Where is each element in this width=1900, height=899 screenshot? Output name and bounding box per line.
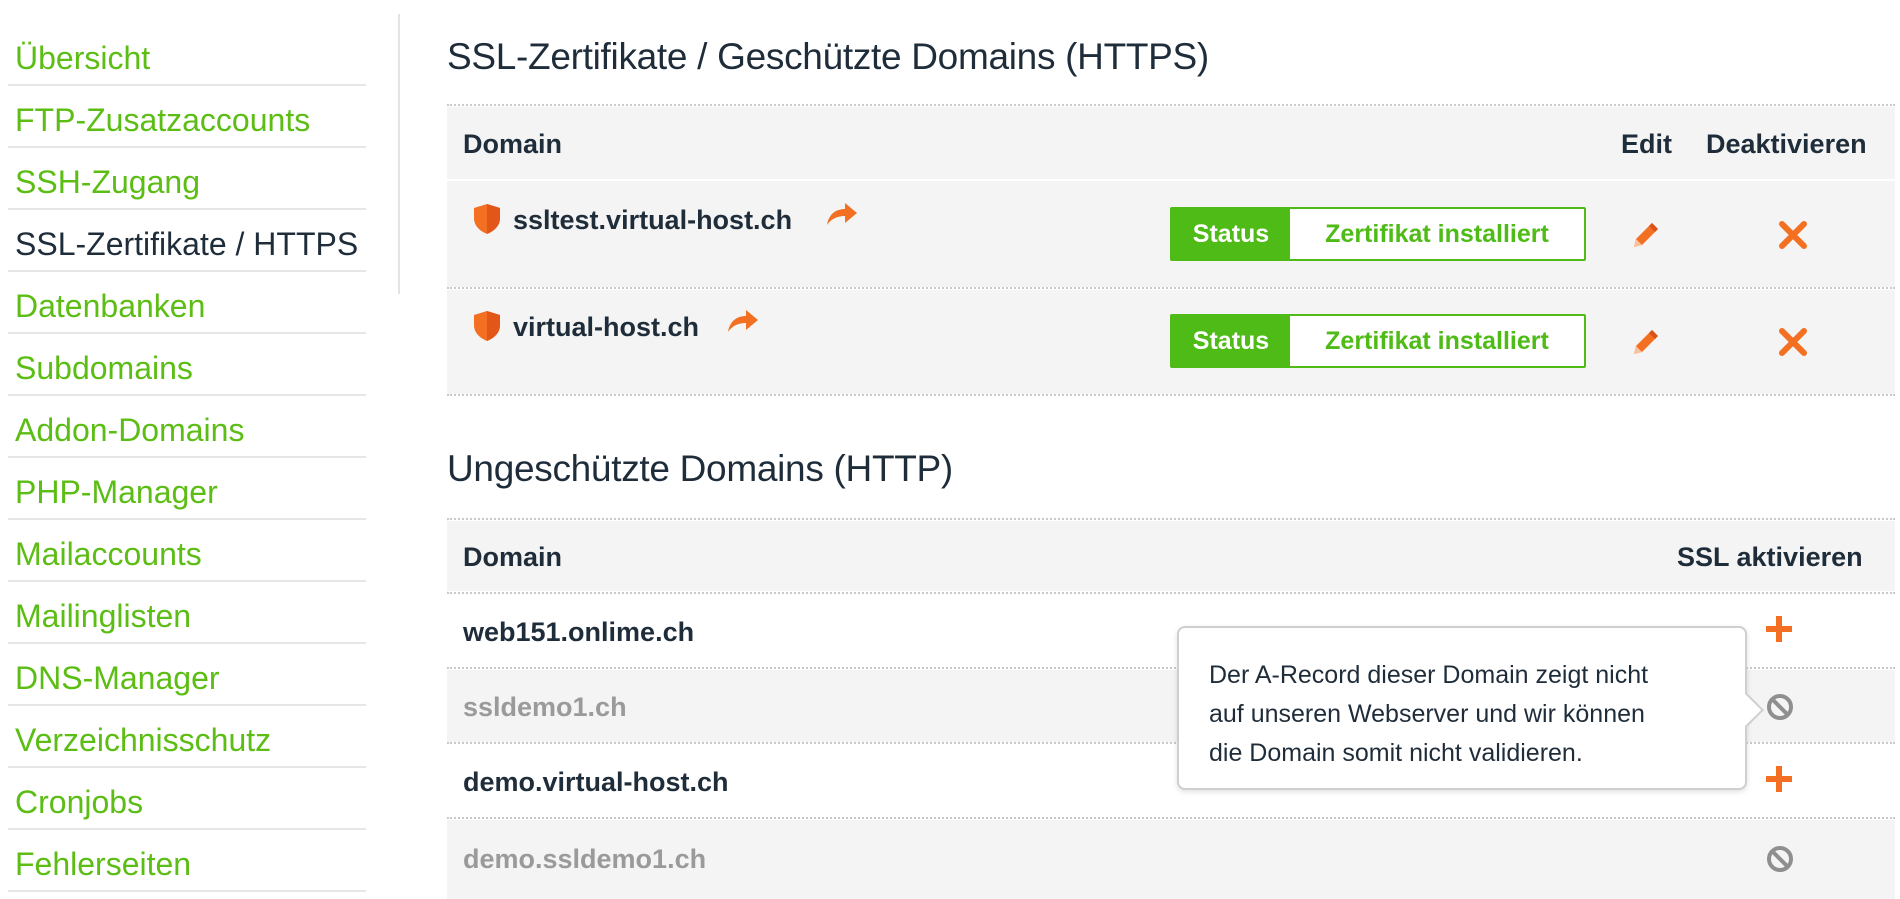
sidebar-item-fehlerseiten[interactable]: Fehlerseiten bbox=[8, 830, 366, 892]
tooltip-line: Der A-Record dieser Domain zeigt nicht bbox=[1209, 661, 1649, 689]
sidebar-item-ssh[interactable]: SSH-Zugang bbox=[8, 148, 366, 210]
sidebar-item-subdomains[interactable]: Subdomains bbox=[8, 334, 366, 396]
status-value: Zertifikat installiert bbox=[1325, 326, 1549, 355]
sidebar-nav: Übersicht FTP-Zusatzaccounts SSH-Zugang … bbox=[8, 24, 366, 892]
divider bbox=[447, 518, 1895, 520]
tooltip-line: die Domain somit nicht validieren. bbox=[1209, 739, 1583, 767]
sidebar-item-dns-manager[interactable]: DNS-Manager bbox=[8, 644, 366, 706]
prohibited-icon[interactable] bbox=[1765, 692, 1795, 727]
shield-icon bbox=[473, 310, 501, 342]
close-x-icon[interactable] bbox=[1777, 219, 1809, 256]
tooltip-line: auf unseren Webserver und wir können bbox=[1209, 700, 1645, 728]
table-row: demo.ssldemo1.ch bbox=[447, 820, 1895, 899]
tooltip: Der A-Record dieser Domain zeigt nicht a… bbox=[1177, 626, 1764, 790]
sidebar-item-cronjobs[interactable]: Cronjobs bbox=[8, 768, 366, 830]
column-header-domain: Domain bbox=[463, 129, 563, 159]
divider bbox=[447, 817, 1895, 819]
sidebar-item-mailaccounts[interactable]: Mailaccounts bbox=[8, 520, 366, 582]
table-row: virtual-host.ch Status Zertifikat instal… bbox=[447, 290, 1895, 394]
column-header-ssl-activate: SSL aktivieren bbox=[1677, 542, 1863, 572]
divider bbox=[447, 287, 1895, 289]
status-label: Status bbox=[1172, 209, 1290, 259]
close-x-icon[interactable] bbox=[1777, 326, 1809, 363]
http-domain-name: ssldemo1.ch bbox=[463, 692, 627, 722]
plus-icon[interactable] bbox=[1763, 613, 1795, 650]
status-badge: Status Zertifikat installiert bbox=[1170, 314, 1586, 368]
sidebar-item-uebersicht[interactable]: Übersicht bbox=[8, 24, 366, 86]
status-label: Status bbox=[1172, 316, 1290, 366]
ssl-domain-name: ssltest.virtual-host.ch bbox=[513, 205, 793, 235]
ssl-section-title: SSL-Zertifikate / Geschützte Domains (HT… bbox=[447, 36, 1209, 77]
status-badge: Status Zertifikat installiert bbox=[1170, 207, 1586, 261]
http-domain-name: demo.ssldemo1.ch bbox=[463, 844, 707, 874]
redirect-arrow-icon[interactable] bbox=[726, 308, 760, 334]
table-row: ssltest.virtual-host.ch Status Zertifika… bbox=[447, 181, 1895, 287]
sidebar-item-mailinglisten[interactable]: Mailinglisten bbox=[8, 582, 366, 644]
http-table-header: Domain SSL aktivieren bbox=[447, 521, 1895, 591]
sidebar-item-ftp[interactable]: FTP-Zusatzaccounts bbox=[8, 86, 366, 148]
column-header-deactivate: Deaktivieren bbox=[1706, 129, 1867, 159]
divider bbox=[447, 104, 1895, 106]
http-domain-name: web151.onlime.ch bbox=[463, 617, 695, 647]
pencil-icon[interactable] bbox=[1630, 326, 1662, 363]
shield-icon bbox=[473, 203, 501, 235]
divider bbox=[447, 394, 1895, 396]
column-header-domain: Domain bbox=[463, 542, 563, 572]
http-domain-name: demo.virtual-host.ch bbox=[463, 767, 729, 797]
prohibited-icon[interactable] bbox=[1765, 844, 1795, 879]
ssl-domain-name: virtual-host.ch bbox=[513, 312, 700, 342]
sidebar-item-datenbanken[interactable]: Datenbanken bbox=[8, 272, 366, 334]
sidebar-item-ssl[interactable]: SSL-Zertifikate / HTTPS bbox=[8, 210, 366, 272]
sidebar-divider bbox=[398, 14, 400, 294]
page: Übersicht FTP-Zusatzaccounts SSH-Zugang … bbox=[0, 0, 1900, 899]
sidebar-item-verzeichnisschutz[interactable]: Verzeichnisschutz bbox=[8, 706, 366, 768]
http-section-title: Ungeschützte Domains (HTTP) bbox=[447, 448, 953, 489]
ssl-table-header: Domain Edit Deaktivieren bbox=[447, 107, 1895, 179]
redirect-arrow-icon[interactable] bbox=[825, 201, 859, 227]
pencil-icon[interactable] bbox=[1630, 219, 1662, 256]
plus-icon[interactable] bbox=[1763, 763, 1795, 800]
status-value: Zertifikat installiert bbox=[1325, 219, 1549, 248]
sidebar-item-php-manager[interactable]: PHP-Manager bbox=[8, 458, 366, 520]
sidebar-item-addon-domains[interactable]: Addon-Domains bbox=[8, 396, 366, 458]
divider bbox=[447, 592, 1895, 594]
column-header-edit: Edit bbox=[1621, 129, 1672, 159]
